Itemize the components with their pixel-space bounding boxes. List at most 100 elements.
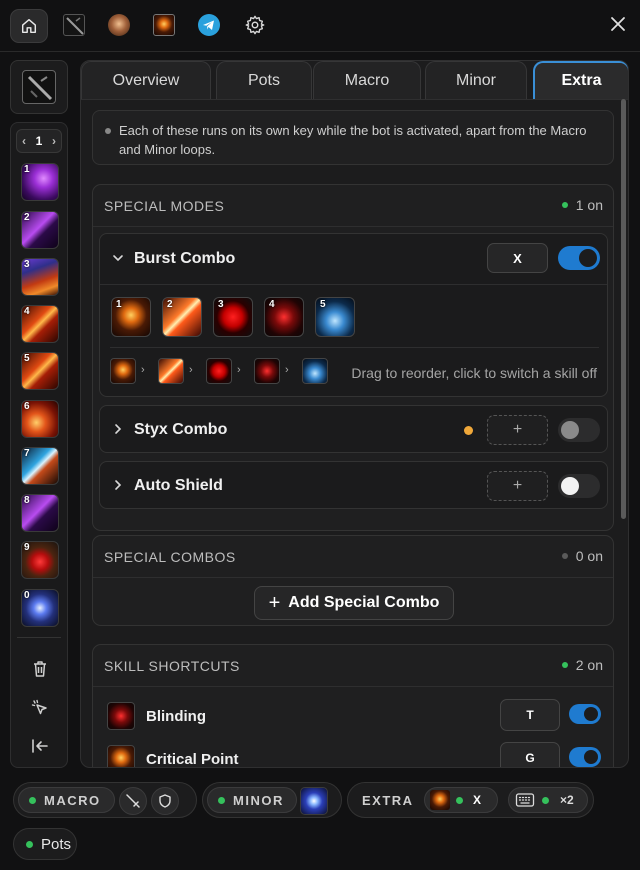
special-combos-card: SPECIAL COMBOS 0 on + Add Special Combo (92, 535, 614, 626)
weapon-slot[interactable] (10, 60, 68, 114)
tab-overview[interactable]: Overview (81, 61, 211, 99)
chevron-right-icon[interactable] (112, 423, 124, 435)
main-panel: Overview Pots Macro Minor Extra Each of … (80, 60, 629, 768)
character-icon[interactable] (108, 14, 130, 36)
minor-chip[interactable]: MINOR (207, 787, 297, 813)
weapon-icon[interactable] (63, 14, 85, 36)
add-special-combo-button[interactable]: + Add Special Combo (254, 586, 454, 620)
status-dot (561, 202, 568, 208)
tab-macro[interactable]: Macro (313, 61, 421, 99)
count-label: 2 on (575, 657, 603, 673)
mode-toggle[interactable] (558, 246, 600, 270)
home-button[interactable] (10, 9, 48, 43)
section-title: SKILL SHORTCUTS (104, 658, 240, 674)
add-hotkey-button[interactable]: + (487, 471, 548, 501)
chevron-left-icon[interactable]: ‹ (22, 134, 26, 148)
mode-toggle[interactable] (558, 418, 600, 442)
tab-extra[interactable]: Extra (533, 61, 628, 99)
close-button[interactable] (608, 14, 628, 34)
mode-header[interactable]: Burst Combo X (100, 234, 607, 284)
combo-skill[interactable]: 3 (213, 297, 253, 337)
arrow-left-to-line-icon (32, 739, 48, 753)
slot-number: 0 (24, 590, 30, 601)
collapse-button[interactable] (28, 734, 52, 758)
shortcut-toggle[interactable] (569, 747, 601, 767)
pending-dot (464, 426, 473, 435)
mode-header[interactable]: Auto Shield + (100, 462, 607, 512)
home-icon (21, 18, 37, 34)
active-dot (218, 796, 225, 804)
skill-slot[interactable]: 3 (21, 258, 59, 296)
skill-slot[interactable]: 7 (21, 447, 59, 485)
skill-slot[interactable]: 5 (21, 352, 59, 390)
divider (100, 284, 607, 285)
trash-button[interactable] (28, 657, 52, 681)
skill-slot[interactable]: 0 (21, 589, 59, 627)
count-label: 1 on (575, 197, 603, 213)
sequence-hint: Drag to reorder, click to switch a skill… (351, 365, 597, 381)
shortcut-toggle[interactable] (569, 704, 601, 724)
mode-toggle[interactable] (558, 474, 600, 498)
sequence-skill[interactable] (158, 358, 184, 384)
status-dot (561, 662, 568, 668)
sequence-arrow-icon: › (237, 364, 241, 376)
slot-number: 3 (24, 259, 30, 270)
pick-button[interactable] (28, 696, 52, 720)
pots-status[interactable]: Pots (13, 828, 77, 860)
shield-icon[interactable] (151, 787, 179, 815)
sequence-skill[interactable] (110, 358, 136, 384)
add-combo-label: Add Special Combo (288, 594, 440, 611)
skill-slot[interactable]: 2 (21, 211, 59, 249)
skill-shortcuts-card: SKILL SHORTCUTS 2 on Blinding T Critical… (92, 644, 614, 767)
fire-icon[interactable] (153, 14, 175, 36)
slot-number: 1 (24, 164, 30, 175)
chevron-down-icon[interactable] (112, 252, 124, 264)
sequence-skill[interactable] (302, 358, 328, 384)
skill-slot[interactable]: 8 (21, 494, 59, 532)
tab-minor[interactable]: Minor (425, 61, 527, 99)
chevron-right-icon[interactable] (112, 479, 124, 491)
slot-number: 9 (24, 542, 30, 553)
tab-pots[interactable]: Pots (216, 61, 312, 99)
count-label: 0 on (575, 548, 603, 564)
combo-skill[interactable]: 1 (111, 297, 151, 337)
combo-skill[interactable]: 4 (264, 297, 304, 337)
lightning-skill-icon[interactable] (300, 787, 328, 815)
minor-status: MINOR (202, 782, 342, 818)
slot-number: 7 (24, 448, 30, 459)
extra-content: Each of these runs on its own key while … (81, 101, 628, 767)
scrollbar[interactable] (621, 99, 626, 519)
weapon-icon (22, 70, 56, 104)
chevron-right-icon[interactable]: › (52, 134, 56, 148)
mode-auto-shield: Auto Shield + (99, 461, 608, 509)
shortcut-chip[interactable]: ×2 (508, 787, 588, 813)
card-header: SKILL SHORTCUTS 2 on (93, 645, 613, 687)
skill-slot[interactable]: 9 (21, 541, 59, 579)
gear-icon[interactable] (244, 14, 266, 36)
skill-order-number: 3 (218, 299, 224, 310)
sequence-skill[interactable] (254, 358, 280, 384)
bullet-icon (105, 128, 111, 134)
sequence-skill[interactable] (206, 358, 232, 384)
active-dot (29, 796, 36, 804)
skill-slot[interactable]: 1 (21, 163, 59, 201)
section-title: SPECIAL COMBOS (104, 549, 236, 565)
hotkey-button[interactable]: G (500, 742, 560, 767)
hotkey-button[interactable]: X (487, 243, 548, 273)
add-hotkey-button[interactable]: + (487, 415, 548, 445)
combo-skill[interactable]: 2 (162, 297, 202, 337)
macro-chip[interactable]: MACRO (18, 787, 115, 813)
burst-combo-chip[interactable]: X (424, 787, 498, 813)
sword-icon[interactable] (119, 787, 147, 815)
active-dot (26, 840, 33, 848)
hotkey-button[interactable]: T (500, 699, 560, 731)
skill-slot[interactable]: 6 (21, 400, 59, 438)
cursor-click-icon (31, 699, 47, 715)
mode-header[interactable]: Styx Combo + (100, 406, 607, 456)
telegram-icon[interactable] (198, 14, 220, 36)
blinding-skill-icon (107, 702, 135, 730)
extra-chip[interactable]: EXTRA (352, 787, 422, 813)
combo-skill[interactable]: 5 (315, 297, 355, 337)
divider (17, 637, 61, 638)
skill-slot[interactable]: 4 (21, 305, 59, 343)
